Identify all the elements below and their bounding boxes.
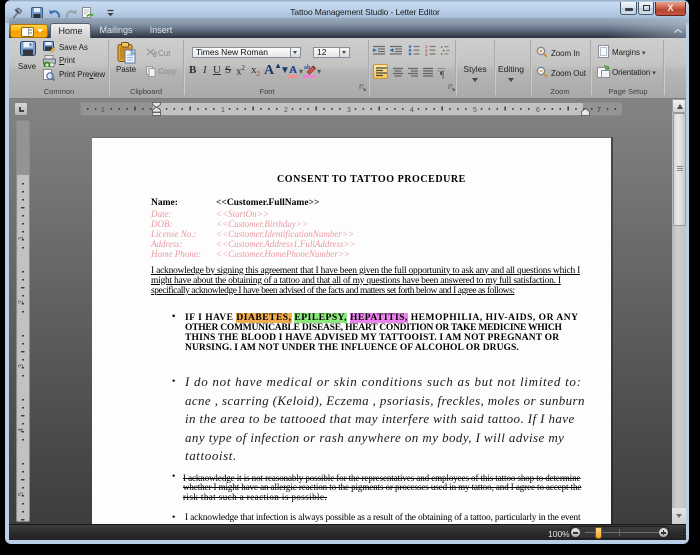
svg-text:ab: ab — [304, 65, 311, 71]
svg-text:1: 1 — [101, 107, 105, 114]
svg-text:¶: ¶ — [440, 70, 444, 80]
svg-text:3: 3 — [425, 52, 428, 57]
svg-text:3: 3 — [347, 107, 351, 114]
svg-text:6: 6 — [536, 107, 540, 114]
svg-text:1: 1 — [221, 107, 225, 114]
svg-text:4: 4 — [410, 107, 414, 114]
svg-text:2: 2 — [284, 107, 288, 114]
svg-text:7: 7 — [597, 107, 601, 114]
svg-text:5: 5 — [473, 107, 477, 114]
